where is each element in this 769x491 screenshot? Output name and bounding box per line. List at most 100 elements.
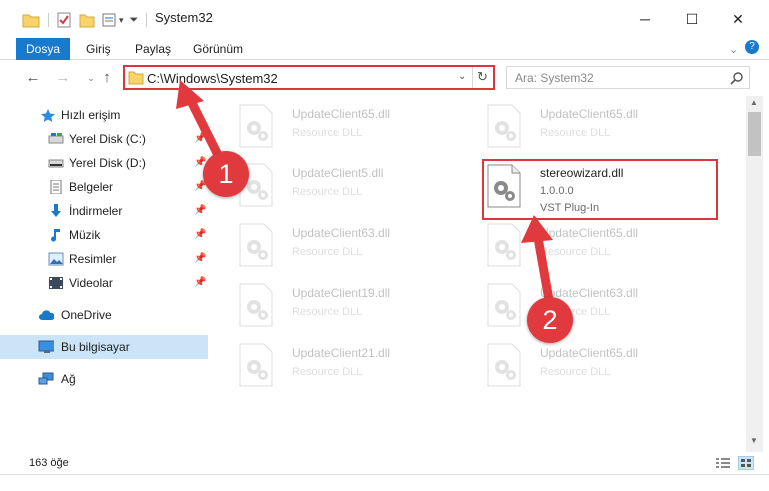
drive-icon	[48, 159, 64, 168]
pin-icon[interactable]: 📌	[194, 229, 206, 240]
file-name: UpdateClient65.dll	[540, 226, 639, 240]
status-bar: 163 öğe	[0, 452, 769, 474]
file-name: UpdateClient21.dll	[292, 346, 391, 360]
dll-file-icon	[239, 283, 273, 327]
tiles-view-icon[interactable]	[738, 456, 754, 470]
sidebar-item-this-pc[interactable]: Bu bilgisayar	[0, 335, 208, 359]
sidebar-item-music[interactable]: Müzik 📌	[0, 223, 208, 247]
dll-file-icon	[487, 104, 521, 148]
up-arrow-icon[interactable]: ↑	[98, 69, 116, 87]
new-folder-icon[interactable]	[79, 12, 95, 28]
quick-access-menu-icon[interactable]: ⏷	[130, 14, 139, 27]
file-name: UpdateClient5.dll	[292, 166, 384, 180]
file-item[interactable]: UpdateClient21.dll Resource DLL	[236, 341, 472, 399]
sidebar-item-local-disk-c[interactable]: Yerel Disk (C:) 📌	[0, 127, 208, 151]
file-item[interactable]: UpdateClient19.dll Resource DLL	[236, 281, 472, 339]
file-description: Resource DLL	[292, 306, 363, 318]
network-icon	[38, 372, 54, 385]
title-bar: ▾ ⏷ System32 ─ ☐ ✕	[0, 0, 769, 38]
dropdown-arrow-icon[interactable]: ▾	[119, 15, 124, 26]
file-item[interactable]: UpdateClient65.dll Resource DLL	[484, 102, 720, 160]
sidebar-item-downloads[interactable]: İndirmeler 📌	[0, 199, 208, 223]
search-placeholder[interactable]: Ara: System32	[515, 71, 594, 85]
dll-file-icon	[239, 343, 273, 387]
file-description: Resource DLL	[540, 246, 611, 258]
file-description: Resource DLL	[292, 246, 363, 258]
dll-file-icon	[487, 283, 521, 327]
file-description: Resource DLL	[540, 366, 611, 378]
sidebar-item-videos[interactable]: Videolar 📌	[0, 271, 208, 295]
file-name: UpdateClient65.dll	[540, 107, 639, 121]
sidebar-item-quick-access[interactable]: Hızlı erişim	[0, 103, 208, 127]
dll-file-icon	[239, 104, 273, 148]
sidebar-item-label: Yerel Disk (D:)	[69, 156, 146, 170]
scroll-up-icon[interactable]: ▲	[750, 98, 758, 107]
sidebar-item-label: Ağ	[61, 372, 76, 386]
dll-file-icon	[487, 223, 521, 267]
quick-access-toolbar: ▾ ⏷	[22, 9, 155, 31]
pin-icon[interactable]: 📌	[194, 133, 206, 144]
folder-icon	[22, 14, 40, 28]
pin-icon[interactable]: 📌	[194, 277, 206, 288]
refresh-icon[interactable]: ↻	[477, 69, 488, 85]
back-arrow-icon[interactable]: ←	[24, 69, 42, 87]
tab-giris[interactable]: Giriş	[78, 38, 119, 60]
scroll-thumb[interactable]	[748, 112, 761, 156]
videos-icon	[49, 277, 63, 289]
file-name: UpdateClient63.dll	[292, 226, 391, 240]
sidebar-item-pictures[interactable]: Resimler 📌	[0, 247, 208, 271]
sidebar-item-label: Belgeler	[69, 180, 114, 194]
ribbon-expand-icon[interactable]: ⌄	[729, 43, 738, 56]
sidebar-item-label: Resimler	[69, 252, 117, 266]
address-dropdown-icon[interactable]: ⌄	[458, 71, 466, 82]
sidebar-item-label: Müzik	[69, 228, 101, 242]
file-name: UpdateClient65.dll	[540, 346, 639, 360]
sidebar-item-documents[interactable]: Belgeler 📌	[0, 175, 208, 199]
tab-gorunum[interactable]: Görünüm	[185, 38, 251, 60]
pin-icon[interactable]: 📌	[194, 253, 206, 264]
address-bar[interactable]: C:\Windows\System32 ⌄ ↻	[123, 65, 495, 90]
sidebar-item-label: Hızlı erişim	[61, 108, 121, 122]
pin-icon[interactable]: 📌	[194, 205, 206, 216]
sidebar-item-network[interactable]: Ağ	[0, 367, 208, 391]
ribbon: Dosya Giriş Paylaş Görünüm ⌄ ?	[0, 38, 769, 60]
drive-icon	[48, 133, 64, 144]
downloads-icon	[51, 204, 61, 217]
search-icon[interactable]	[730, 71, 744, 85]
file-description: Resource DLL	[292, 127, 363, 139]
step-badge-1: 1	[203, 151, 249, 197]
minimize-button[interactable]: ─	[622, 5, 668, 33]
cloud-icon	[39, 310, 54, 320]
file-description: Resource DLL	[540, 127, 611, 139]
file-item[interactable]: UpdateClient65.dll Resource DLL	[236, 102, 472, 160]
file-item[interactable]: UpdateClient65.dll Resource DLL	[484, 341, 720, 399]
maximize-button[interactable]: ☐	[669, 5, 715, 33]
file-list: UpdateClient65.dll Resource DLL UpdateCl…	[212, 96, 745, 452]
file-item[interactable]: UpdateClient63.dll Resource DLL	[236, 221, 472, 279]
close-button[interactable]: ✕	[715, 5, 761, 33]
details-view-icon[interactable]	[716, 457, 730, 469]
properties-icon[interactable]	[57, 12, 71, 28]
file-item[interactable]: UpdateClient63.dll Resource DLL	[484, 281, 720, 339]
file-item[interactable]: UpdateClient5.dll Resource DLL	[236, 161, 472, 219]
documents-icon	[50, 180, 62, 194]
computer-icon	[38, 340, 54, 353]
address-path[interactable]: C:\Windows\System32	[147, 71, 278, 86]
navigation-pane: Hızlı erişim Yerel Disk (C:) 📌 Yerel Dis…	[0, 96, 208, 452]
sidebar-item-label: Yerel Disk (C:)	[69, 132, 146, 146]
help-button[interactable]: ?	[745, 40, 759, 54]
forward-arrow-icon[interactable]: →	[54, 69, 72, 87]
sidebar-item-local-disk-d[interactable]: Yerel Disk (D:) 📌	[0, 151, 208, 175]
search-box[interactable]: Ara: System32	[506, 66, 750, 89]
tab-dosya[interactable]: Dosya	[16, 38, 70, 60]
sidebar-item-onedrive[interactable]: OneDrive	[0, 303, 208, 327]
file-item[interactable]: UpdateClient65.dll Resource DLL	[484, 221, 720, 279]
scroll-down-icon[interactable]: ▼	[750, 436, 758, 445]
vertical-scrollbar[interactable]: ▲ ▼	[746, 96, 763, 452]
customize-icon[interactable]	[101, 12, 117, 28]
sidebar-item-label: OneDrive	[61, 308, 112, 322]
tab-paylas[interactable]: Paylaş	[127, 38, 179, 60]
pictures-icon	[48, 252, 64, 266]
step-badge-2: 2	[527, 297, 573, 343]
sidebar-item-label: Videolar	[69, 276, 113, 290]
